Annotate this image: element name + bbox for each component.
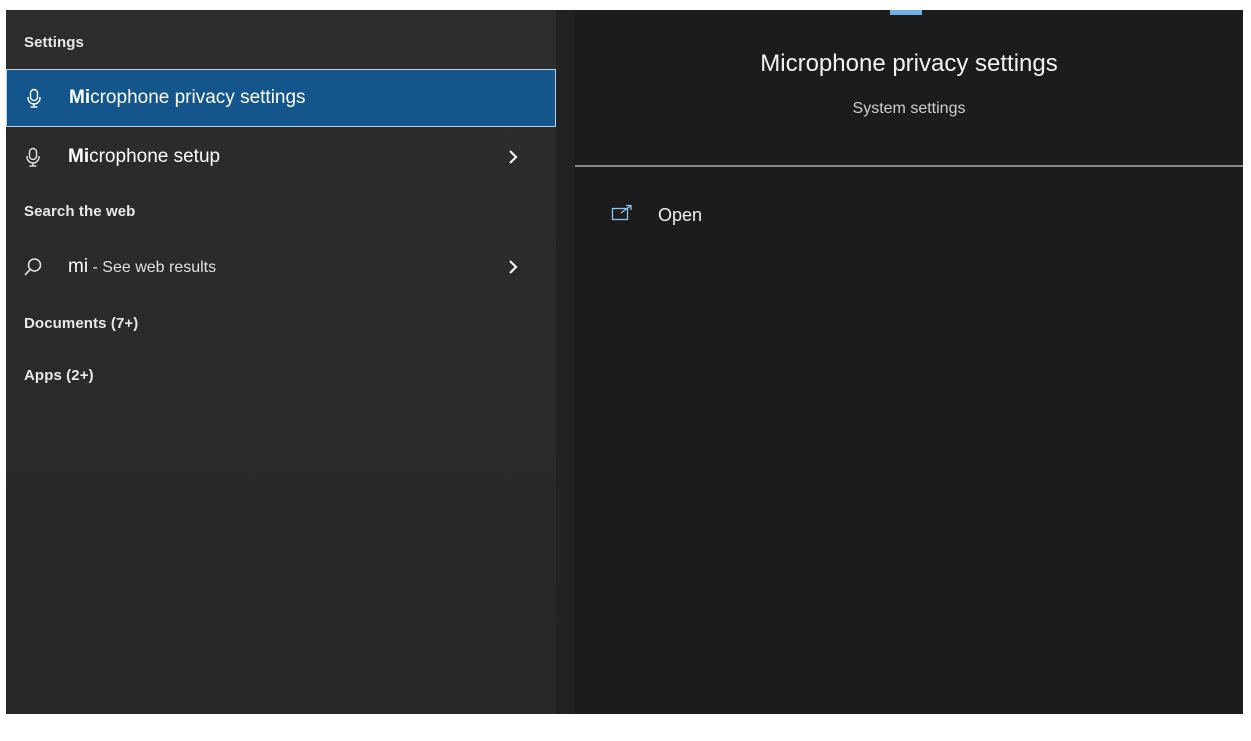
microphone-icon bbox=[27, 88, 41, 108]
search-window: Settings Microphone privacy settings Mic… bbox=[0, 0, 1251, 741]
microphone-icon bbox=[26, 147, 40, 167]
section-header-web: Search the web bbox=[24, 203, 136, 220]
result-label: Microphone setup bbox=[68, 146, 221, 167]
divider bbox=[575, 165, 1243, 167]
section-header-documents[interactable]: Documents (7+) bbox=[24, 315, 138, 332]
pane-separator bbox=[556, 10, 575, 714]
section-header-settings: Settings bbox=[24, 34, 84, 51]
detail-pane: Microphone privacy settings System setti… bbox=[575, 10, 1243, 714]
result-label: mi - See web results bbox=[68, 256, 217, 277]
result-label: Microphone privacy settings bbox=[69, 87, 306, 108]
open-action[interactable]: Open bbox=[605, 198, 905, 234]
results-pane: Settings Microphone privacy settings Mic… bbox=[6, 10, 556, 714]
app-icon-fragment bbox=[890, 10, 922, 15]
result-web-search[interactable]: mi - See web results bbox=[6, 238, 556, 296]
search-icon bbox=[24, 258, 42, 276]
open-external-icon bbox=[611, 204, 632, 221]
result-microphone-privacy-settings[interactable]: Microphone privacy settings bbox=[6, 69, 556, 127]
detail-subtitle: System settings bbox=[852, 100, 966, 117]
chevron-right-icon[interactable] bbox=[506, 148, 520, 166]
open-label: Open bbox=[658, 205, 703, 225]
detail-title: Microphone privacy settings bbox=[760, 50, 1058, 77]
section-header-apps[interactable]: Apps (2+) bbox=[24, 367, 94, 384]
result-microphone-setup[interactable]: Microphone setup bbox=[6, 128, 556, 186]
chevron-right-icon[interactable] bbox=[506, 258, 520, 276]
